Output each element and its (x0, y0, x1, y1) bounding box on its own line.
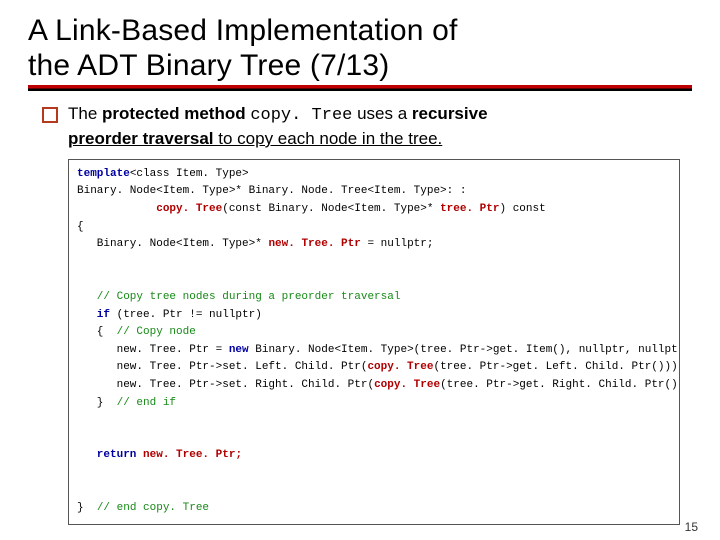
bullet-bold-underline: preorder traversal (68, 129, 214, 148)
code-text: <class Item. Type> (130, 168, 249, 180)
code-keyword-red: copy. Tree (156, 203, 222, 215)
code-blank (77, 414, 84, 426)
code-text: } (77, 502, 97, 514)
title-underline (28, 85, 692, 91)
code-keyword-red: tree. Ptr (440, 203, 499, 215)
code-text: new. Tree. Ptr = (77, 344, 229, 356)
slide-title: A Link-Based Implementation of the ADT B… (28, 14, 692, 83)
code-text (77, 203, 156, 215)
bullet-frag: uses a (352, 104, 412, 123)
bullet-frag: The (68, 104, 102, 123)
code-comment: // end copy. Tree (97, 502, 209, 514)
slide-body: The protected method copy. Tree uses a r… (28, 103, 692, 525)
code-text: = nullptr; (361, 238, 434, 250)
slide: A Link-Based Implementation of the ADT B… (0, 0, 720, 540)
code-text: (const Binary. Node<Item. Type>* (222, 203, 440, 215)
code-text: (tree. Ptr->get. Left. Child. Ptr())); (433, 361, 680, 373)
code-blank (77, 432, 84, 444)
code-text: Binary. Node<Item. Type>* Binary. Node. … (77, 185, 466, 197)
code-text: { (77, 221, 84, 233)
code-blank (77, 256, 84, 268)
bullet-bold: recursive (412, 104, 488, 123)
bullet-text: The protected method copy. Tree uses a r… (68, 103, 488, 151)
code-text: new. Tree. Ptr->set. Left. Child. Ptr( (77, 361, 367, 373)
code-text: } (77, 397, 117, 409)
code-keyword: new (229, 344, 249, 356)
code-block: template<class Item. Type> Binary. Node<… (68, 159, 680, 525)
code-text: { (77, 326, 117, 338)
code-keyword: if (77, 309, 117, 321)
code-keyword: return (77, 449, 136, 461)
code-text: Binary. Node<Item. Type>(tree. Ptr->get.… (249, 344, 680, 356)
code-keyword-red: new. Tree. Ptr; (136, 449, 242, 461)
code-text: (tree. Ptr != nullptr) (117, 309, 262, 321)
title-line-1: A Link-Based Implementation of (28, 14, 458, 47)
bullet-underline: to copy each node in the tree. (214, 129, 443, 148)
code-blank (77, 273, 84, 285)
code-comment: // end if (117, 397, 176, 409)
bullet-item: The protected method copy. Tree uses a r… (28, 103, 692, 151)
code-keyword: template (77, 168, 130, 180)
bullet-bold: protected method (102, 104, 250, 123)
code-comment: // Copy tree nodes during a preorder tra… (77, 291, 400, 303)
code-blank (77, 467, 84, 479)
code-keyword-red: copy. Tree (374, 379, 440, 391)
code-text: (tree. Ptr->get. Right. Child. Ptr())); (440, 379, 680, 391)
code-text: ) const (500, 203, 546, 215)
code-blank (77, 485, 84, 497)
code-text: Binary. Node<Item. Type>* (77, 238, 268, 250)
bullet-code: copy. Tree (250, 106, 352, 125)
bullet-square-icon (42, 107, 58, 123)
code-keyword-red: copy. Tree (367, 361, 433, 373)
page-number: 15 (685, 520, 698, 534)
code-comment: // Copy node (117, 326, 196, 338)
title-line-2: the ADT Binary Tree (7/13) (28, 49, 389, 82)
code-text: new. Tree. Ptr->set. Right. Child. Ptr( (77, 379, 374, 391)
code-keyword-red: new. Tree. Ptr (268, 238, 360, 250)
